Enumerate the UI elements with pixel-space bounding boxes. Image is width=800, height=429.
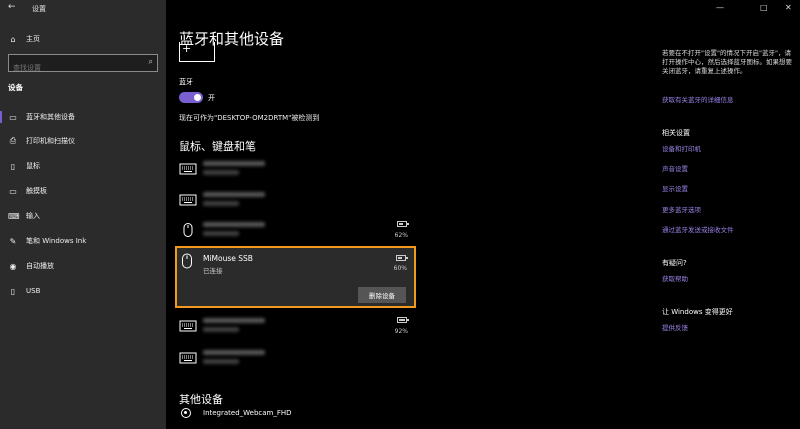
related-link-send-receive[interactable]: 通过蓝牙发送或接收文件 [662,224,734,234]
mouse-icon [182,253,192,269]
keyboard-icon [179,163,197,175]
device-row[interactable] [179,347,411,375]
minimize-icon[interactable]: — [716,3,724,12]
sidebar-item-pen[interactable]: ✎ 笔和 Windows Ink [0,231,166,251]
bluetooth-label: 蓝牙 [179,78,193,86]
mouse-icon [183,223,193,237]
device-row[interactable] [179,158,411,186]
mouse-keyboard-pen-heading: 鼠标、键盘和笔 [179,140,256,153]
device-name: Integrated_Webcam_FHD [203,409,292,417]
sidebar-item-typing[interactable]: ⌨ 输入 [0,206,166,226]
give-feedback-link[interactable]: 提供反馈 [662,322,688,332]
sidebar-item-autoplay[interactable]: ◉ 自动播放 [0,256,166,276]
sidebar-item-label: 输入 [26,212,40,220]
back-arrow-icon[interactable]: ← [8,2,16,12]
device-name-blurred [203,192,265,197]
bluetooth-toggle[interactable] [179,92,203,103]
device-status-blurred [203,231,239,236]
device-name-blurred [203,350,265,355]
maximize-icon[interactable]: □ [760,3,768,12]
related-settings-heading: 相关设置 [662,129,690,137]
device-name-blurred [203,161,265,166]
search-input[interactable] [9,60,139,76]
sidebar-item-label: 鼠标 [26,162,40,170]
touchpad-icon: ▭ [9,186,17,196]
sidebar-item-label: USB [26,287,41,295]
remove-device-button[interactable]: 删除设备 [358,287,406,303]
keyboard-icon [179,194,197,206]
sidebar-item-mouse[interactable]: ▯ 鼠标 [0,156,166,176]
device-row[interactable]: Integrated_Webcam_FHD [179,407,379,421]
bluetooth-tip-text: 若要在不打开"设置"的情况下开启"蓝牙"，请打开操作中心，然后选择蓝牙图标。如果… [662,49,792,75]
battery-icon [397,317,409,323]
bluetooth-info-link[interactable]: 获取有关蓝牙的详细信息 [662,94,734,104]
sidebar-item-label: 触摸板 [26,187,47,195]
sidebar-item-touchpad[interactable]: ▭ 触摸板 [0,181,166,201]
other-devices-heading: 其他设备 [179,393,223,406]
related-link-display[interactable]: 显示设置 [662,183,688,193]
device-status: 已连接 [203,267,223,275]
battery-percent: 60% [393,265,407,272]
sidebar-item-label: 蓝牙和其他设备 [26,113,75,121]
autoplay-icon: ◉ [9,261,17,271]
device-status-blurred [203,327,239,332]
sidebar-item-printers[interactable]: ⎙ 打印机和扫描仪 [0,131,166,151]
keyboard-icon [179,320,197,332]
sidebar-item-home[interactable]: ⌂ 主页 [0,29,166,49]
battery-icon [397,221,409,227]
battery-icon [396,255,408,261]
keyboard-icon [179,352,197,364]
window-title: 设置 [32,5,46,13]
device-status-blurred [203,201,239,206]
sidebar-item-bluetooth[interactable]: ▭ 蓝牙和其他设备 [0,107,166,127]
sidebar-section-title: 设备 [8,83,23,92]
battery-percent: 92% [394,328,408,335]
get-help-link[interactable]: 获取帮助 [662,273,688,283]
battery-percent: 62% [394,232,408,239]
close-icon[interactable]: ✕ [785,3,792,12]
search-box[interactable]: ⌕ [8,54,158,76]
help-heading: 有疑问? [662,259,687,267]
device-status-blurred [203,170,239,175]
home-icon: ⌂ [10,34,16,44]
device-name-blurred [203,222,265,227]
add-device-button[interactable]: + [179,42,215,62]
sidebar-item-label: 笔和 Windows Ink [26,237,87,245]
webcam-icon [181,408,191,418]
pen-icon: ✎ [9,236,17,246]
printer-icon: ⎙ [9,136,17,145]
discoverable-text: 现在可作为"DESKTOP-OM2DRTM"被检测到 [179,114,320,122]
device-name: MiMouse SSB [203,254,253,263]
sidebar-item-label: 自动播放 [26,262,54,270]
bluetooth-devices-icon: ▭ [9,112,17,122]
sidebar-item-label: 打印机和扫描仪 [26,137,75,145]
feedback-heading: 让 Windows 变得更好 [662,308,733,316]
related-link-devices-printers[interactable]: 设备和打印机 [662,143,701,153]
device-row[interactable] [179,189,411,217]
plus-icon: + [182,42,192,55]
device-name-blurred [203,318,265,323]
related-link-sound[interactable]: 声音设置 [662,163,688,173]
related-link-more-bluetooth[interactable]: 更多蓝牙选项 [662,204,701,214]
usb-icon: ▯ [10,286,16,296]
keyboard-icon: ⌨ [8,211,20,221]
device-row[interactable]: 62% [179,219,411,247]
device-row[interactable]: 92% [179,315,411,343]
sidebar-item-label: 主页 [26,35,40,43]
sidebar-item-usb[interactable]: ▯ USB [0,281,166,301]
device-status-blurred [203,359,239,364]
search-icon[interactable]: ⌕ [149,57,153,67]
toggle-knob [194,94,201,101]
selected-device-card[interactable]: MiMouse SSB 已连接 60% 删除设备 [175,246,416,308]
toggle-state-label: 开 [208,94,215,102]
sidebar: ← 设置 ⌂ 主页 ⌕ 设备 ▭ 蓝牙和其他设备 ⎙ 打印机和扫描仪 ▯ 鼠标 … [0,0,166,429]
mouse-icon: ▯ [10,161,16,171]
